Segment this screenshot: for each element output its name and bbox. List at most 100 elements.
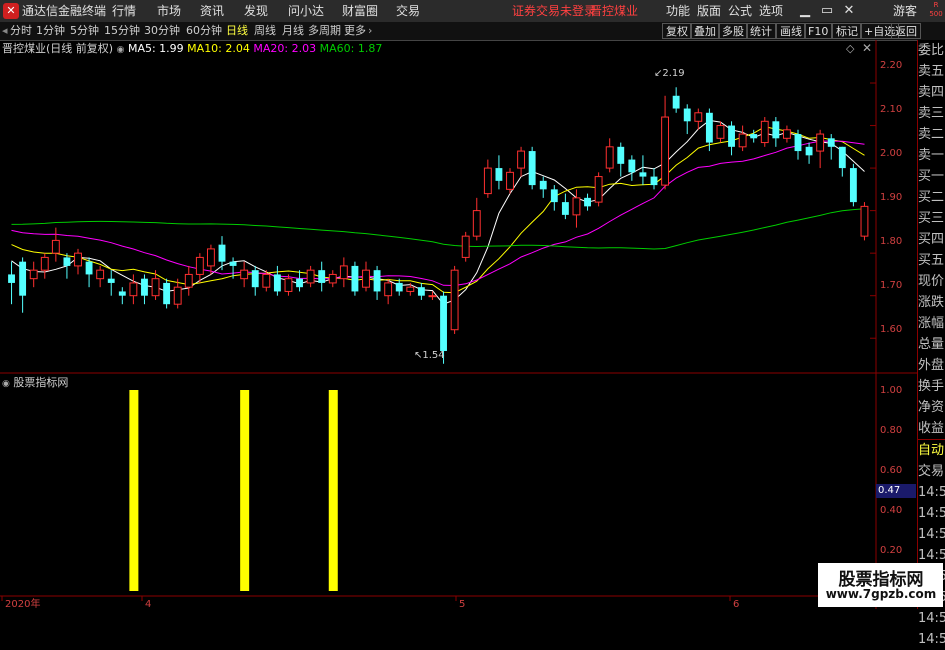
quote-row-label: 现价 (918, 274, 945, 289)
candle-body (129, 282, 138, 297)
period-fenshi[interactable]: 分时 (10, 22, 32, 40)
menu-caifuquan[interactable]: 财富圈 (342, 0, 378, 22)
menu-faxian[interactable]: 发现 (244, 0, 268, 22)
candle-body (550, 189, 558, 203)
candle-body (339, 265, 348, 280)
maximize-icon[interactable]: ▭ (818, 0, 836, 22)
candle-body (838, 146, 846, 169)
candle-body (328, 273, 337, 284)
tongji-button[interactable]: 统计 (746, 23, 776, 39)
login-notice[interactable]: 证券交易未登录 (512, 0, 596, 22)
candle-body (794, 134, 802, 152)
candle-body (683, 108, 691, 122)
duogu-button[interactable]: 多股 (718, 23, 748, 39)
close-icon[interactable]: ✕ (840, 0, 858, 22)
trade-row-label: 14:56 (918, 632, 945, 647)
period-daily[interactable]: 日线 (226, 22, 248, 40)
candle-body (440, 295, 447, 351)
menu-shichang[interactable]: 市场 (157, 0, 181, 22)
candle-body (528, 151, 536, 186)
candle-body (29, 269, 38, 280)
quote-row-label: 净资 (918, 400, 945, 415)
candle-body (750, 134, 758, 139)
indicator-tick: 0.80 (880, 425, 903, 436)
candle-body (495, 168, 503, 181)
indicator-signal-bar (129, 390, 139, 591)
indicator-tick: 1.00 (880, 385, 903, 396)
fuquan-button[interactable]: 复权 (662, 23, 692, 39)
candle-body (617, 146, 625, 164)
period-multi[interactable]: 多周期 (308, 22, 341, 40)
toolbar-arrow-icon[interactable]: ◂ (2, 22, 8, 40)
high-price-label: 2.19 (662, 68, 685, 79)
period-more[interactable]: 更多 (344, 22, 366, 40)
quote-row-label: 涨幅 (918, 316, 945, 331)
price-tick: 1.80 (880, 236, 903, 247)
guest-label[interactable]: 游客 (893, 0, 917, 22)
high-marker: ↙2.19 (654, 68, 685, 79)
candle-body (85, 261, 93, 275)
ma10-line (11, 126, 865, 294)
candle-body (805, 146, 813, 156)
candle-body (306, 269, 315, 284)
low-price-label: 1.54 (422, 350, 445, 361)
candle-body (63, 257, 71, 266)
trade-row-label: 14:56 (918, 485, 945, 500)
quote-row-label: 买二 (918, 190, 945, 205)
candle-body (251, 270, 259, 288)
candle-body (772, 121, 780, 139)
quote-row-label: 买一 (918, 169, 945, 184)
candle-body (716, 125, 725, 139)
minimize-icon[interactable]: ▁ (796, 0, 814, 22)
candle-body (384, 282, 393, 297)
huaxian-button[interactable]: 画线 (776, 23, 806, 39)
candle-body (672, 95, 680, 109)
period-60min[interactable]: 60分钟 (186, 22, 222, 40)
watermark-url: www.7gpzb.com (825, 587, 937, 601)
candle-body (483, 167, 492, 195)
candle-body (218, 244, 226, 262)
menu-banmian[interactable]: 版面 (697, 0, 721, 22)
period-weekly[interactable]: 周线 (254, 22, 276, 40)
candle-body (816, 133, 825, 152)
menu-jiaoyi[interactable]: 交易 (396, 0, 420, 22)
candle-body (417, 287, 425, 296)
period-30min[interactable]: 30分钟 (144, 22, 180, 40)
kline-chart[interactable]: 2020年 4 5 6 (0, 40, 917, 609)
menu-xuanxiang[interactable]: 选项 (759, 0, 783, 22)
period-15min[interactable]: 15分钟 (104, 22, 140, 40)
period-1min[interactable]: 1分钟 (36, 22, 65, 40)
candle-body (273, 274, 281, 292)
price-tick: 1.90 (880, 192, 903, 203)
f10-button[interactable]: F10 (804, 23, 833, 39)
candle-body (517, 150, 526, 169)
quote-side-panel: 委比 卖五 卖四 卖三 卖二 卖一 买一 买二 买三 买四 买五 现价 涨跌 涨幅 总量 外盘 换手 净资 收益 自动… (917, 40, 945, 647)
candle-body (605, 146, 614, 169)
menu-hangqing[interactable]: 行情 (112, 0, 136, 22)
candle-body (141, 278, 148, 296)
menu-zixun[interactable]: 资讯 (200, 0, 224, 22)
biaoji-button[interactable]: 标记 (832, 23, 862, 39)
candle-body (318, 270, 326, 283)
candle-body (584, 197, 591, 207)
menu-wenxiaoda[interactable]: 问小达 (288, 0, 324, 22)
candle-body (539, 180, 547, 190)
menu-gongneng[interactable]: 功能 (666, 0, 690, 22)
more-chevron-icon[interactable]: › (368, 22, 372, 40)
candle-body (96, 269, 105, 280)
price-grid (870, 82, 876, 339)
indicator-bars (129, 390, 338, 591)
trade-row-label[interactable]: 自动 (918, 440, 945, 461)
back-button[interactable]: 返回 (891, 23, 921, 39)
period-5min[interactable]: 5分钟 (70, 22, 99, 40)
app-title: 通达信金融终端 (22, 4, 107, 18)
stock-name-header: 晋控煤业 (590, 4, 639, 18)
candle-body (506, 171, 514, 190)
period-monthly[interactable]: 月线 (282, 22, 304, 40)
candle-body (240, 269, 249, 280)
candle-body (206, 248, 215, 267)
menu-gongshi[interactable]: 公式 (728, 0, 752, 22)
candle-body (151, 278, 160, 297)
indicator-settings-icon[interactable]: ◉ (2, 379, 10, 389)
diejia-button[interactable]: 叠加 (690, 23, 720, 39)
